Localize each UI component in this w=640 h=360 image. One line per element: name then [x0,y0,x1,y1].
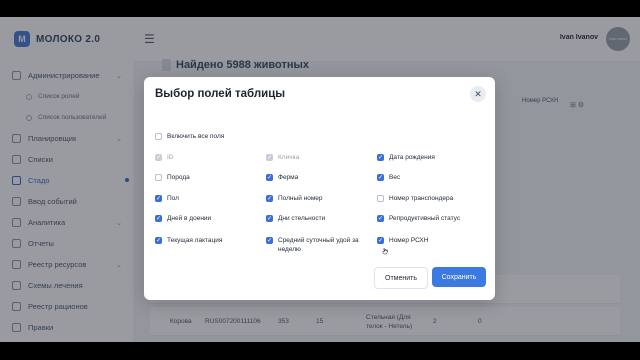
checkbox-label: Кличка [278,154,300,161]
checkbox-box[interactable]: ✓ [155,195,162,202]
checkbox-box[interactable]: ✓ [377,174,384,181]
field-checkbox[interactable]: Порода [155,173,255,182]
table-fields-dialog: Выбор полей таблицы ✕ Включить все поля … [144,77,495,300]
checkbox-label: Текущая лактация [167,237,223,244]
field-checkbox[interactable]: ✓ Дни стельности [266,214,366,223]
checkbox-label: Вес [389,174,401,181]
checkbox-box[interactable]: ✓ [377,215,384,222]
field-checkbox[interactable]: ✓ Средний суточный удой за неделю [266,236,366,254]
field-checkbox[interactable]: ✓ Полный номер [266,194,366,203]
checkbox-label: Дни стельности [278,215,326,222]
checkbox-label: Ферма [278,174,299,181]
field-checkbox[interactable]: Номер транспондера [377,194,477,203]
checkbox-box[interactable]: ✓ [266,237,273,244]
close-icon[interactable]: ✕ [470,86,486,102]
field-checkbox[interactable]: ✓ Вес [377,173,477,182]
field-checkbox[interactable]: ✓ Номер РСХН [377,236,477,245]
checkbox-label: ID [167,154,174,161]
checkbox-box[interactable] [155,174,162,181]
checkbox-box[interactable] [155,133,162,140]
checkbox-box[interactable]: ✓ [266,174,273,181]
app-screen: M МОЛОКО 2.0 Администрирование ⌄ Список ро… [0,17,640,342]
checkbox-box: ✓ [266,154,273,161]
checkbox-box: ✓ [155,154,162,161]
field-checkbox[interactable]: ✓ Дней в доении [155,214,255,223]
checkbox-label: Порода [167,174,190,181]
cancel-button[interactable]: Отменить [374,267,428,289]
checkbox-box[interactable]: ✓ [155,237,162,244]
field-checkbox[interactable]: ✓ Ферма [266,173,366,182]
checkbox-box[interactable]: ✓ [266,195,273,202]
mouse-cursor-icon [382,247,388,255]
checkbox-box[interactable]: ✓ [155,215,162,222]
field-checkbox[interactable]: ✓ Дата рождения [377,153,477,162]
field-checkbox[interactable]: ✓ Пол [155,194,255,203]
checkbox-label: Репродуктивный статус [389,215,461,222]
checkbox-label: Дней в доении [167,215,212,222]
checkbox-label: Номер транспондера [389,195,454,202]
checkbox-box[interactable]: ✓ [266,215,273,222]
checkbox-label: Полный номер [278,195,323,202]
field-checkbox: ✓ ID [155,153,255,162]
include-all-checkbox[interactable]: Включить все поля [155,132,224,141]
checkbox-label: Дата рождения [389,154,435,161]
checkbox-label: Включить все поля [167,133,225,140]
checkbox-label: Средний суточный удой за неделю [278,237,359,253]
checkbox-box[interactable] [377,195,384,202]
checkbox-label: Пол [167,195,179,202]
field-checkbox: ✓ Кличка [266,153,366,162]
field-checkbox[interactable]: ✓ Репродуктивный статус [377,214,477,223]
checkbox-box[interactable]: ✓ [377,237,384,244]
dialog-title: Выбор полей таблицы [155,88,286,100]
field-checkbox[interactable]: ✓ Текущая лактация [155,236,255,245]
checkbox-label: Номер РСХН [389,237,429,244]
checkbox-box[interactable]: ✓ [377,154,384,161]
save-button[interactable]: Сохранить [432,267,486,287]
